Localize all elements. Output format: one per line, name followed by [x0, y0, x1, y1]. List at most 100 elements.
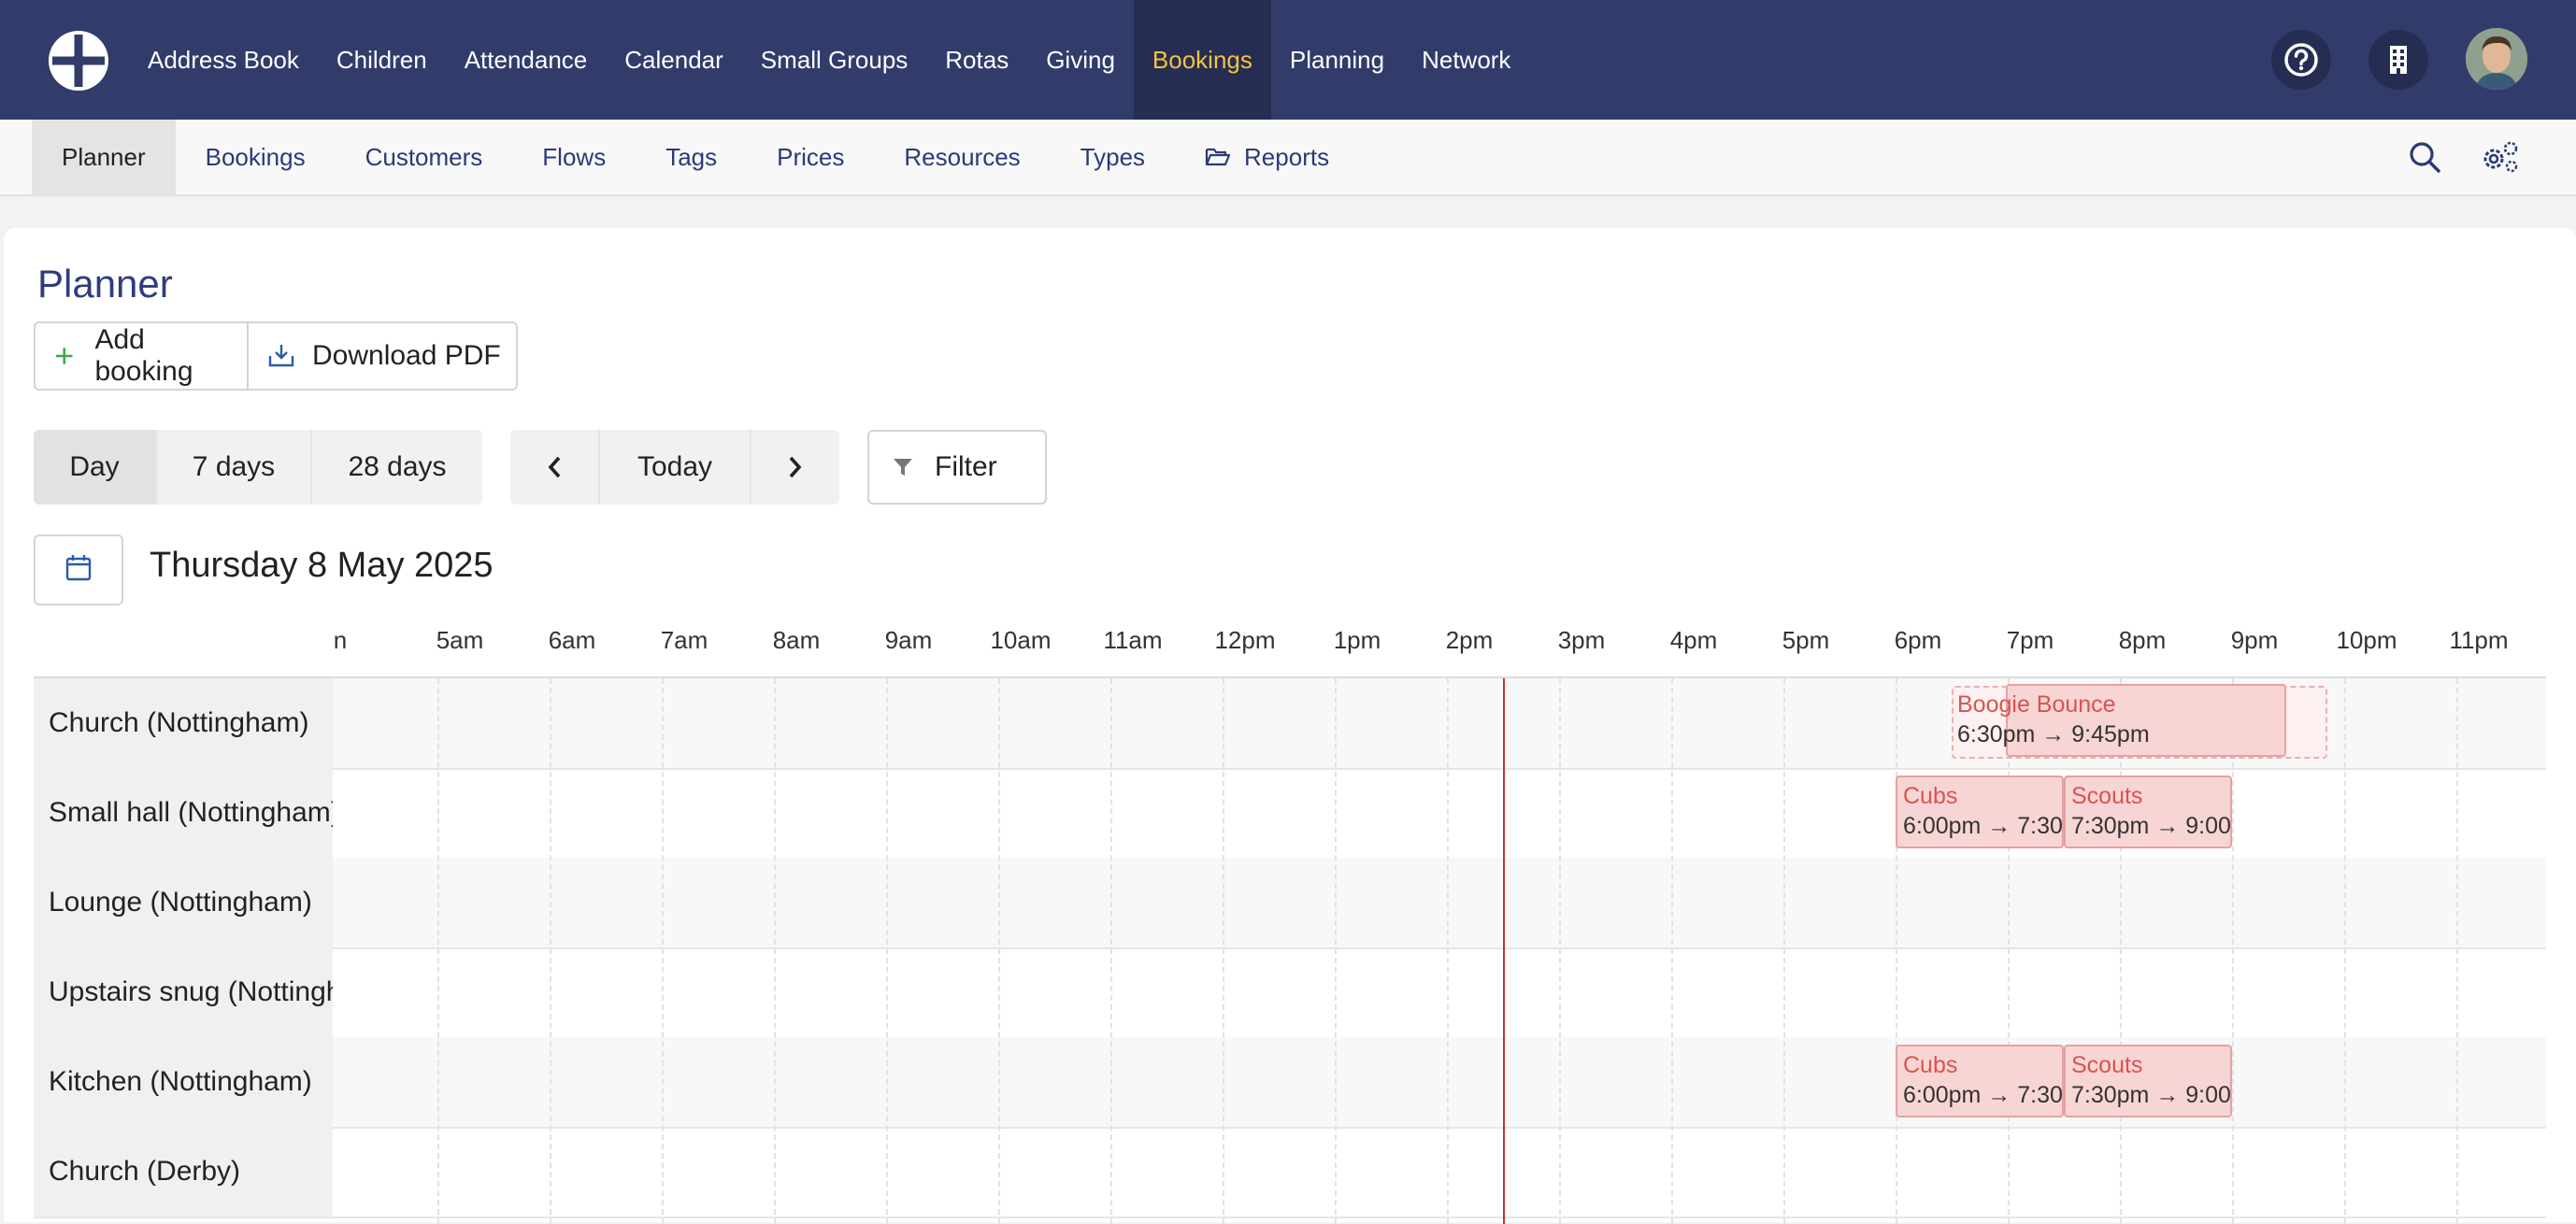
nav-giving[interactable]: Giving	[1027, 0, 1134, 120]
download-pdf-button[interactable]: Download PDF	[249, 323, 516, 389]
hour-gridline	[1559, 678, 1561, 1224]
time-label: 6pm	[1894, 626, 1942, 654]
nav-attendance[interactable]: Attendance	[446, 0, 607, 120]
booking-name: Boogie Bounce	[1957, 691, 2116, 718]
user-avatar[interactable]	[2466, 28, 2527, 90]
search-button[interactable]	[2406, 138, 2443, 176]
next-day-button[interactable]	[751, 430, 839, 505]
booking-block[interactable]: Cubs 6:00pm → 7:30pm	[1896, 1045, 2064, 1117]
hour-gridline	[1896, 678, 1897, 1224]
tab-flows[interactable]: Flows	[512, 120, 636, 194]
hour-gridline	[2344, 678, 2346, 1224]
booking-name: Scouts	[2071, 783, 2143, 809]
time-label: 1pm	[1333, 626, 1381, 654]
filter-label: Filter	[935, 451, 997, 482]
nav-rotas[interactable]: Rotas	[926, 0, 1027, 120]
booking-time: 6:00pm → 7:30pm	[1903, 813, 2063, 839]
booking-block[interactable]: Scouts 7:30pm → 9:00pm	[2064, 1045, 2232, 1117]
tab-bookings[interactable]: Bookings	[176, 120, 336, 194]
booking-time: 7:30pm → 9:00pm	[2071, 813, 2231, 839]
time-label: 5pm	[1782, 626, 1830, 654]
time-label: 10pm	[2336, 626, 2397, 654]
tab-planner[interactable]: Planner	[32, 120, 176, 194]
hour-gridline	[1335, 678, 1337, 1224]
church-logo-icon[interactable]	[47, 29, 110, 93]
calendar-icon	[65, 555, 92, 581]
tab-types[interactable]: Types	[1051, 120, 1175, 194]
filter-button[interactable]: Filter	[869, 432, 1045, 503]
plus-icon	[55, 348, 73, 364]
add-booking-label: Add booking	[94, 324, 193, 387]
nav-small-groups[interactable]: Small Groups	[742, 0, 927, 120]
booking-name: Cubs	[1903, 783, 1958, 809]
time-label: 11am	[1103, 626, 1163, 654]
time-label: 6am	[548, 626, 596, 654]
date-picker-button[interactable]	[34, 534, 123, 605]
tab-tags[interactable]: Tags	[636, 120, 747, 194]
tab-resources[interactable]: Resources	[874, 120, 1050, 194]
help-button[interactable]	[2271, 30, 2331, 90]
nav-bookings[interactable]: Bookings	[1133, 0, 1271, 120]
hour-gridline	[2232, 678, 2234, 1224]
view-7-days-button[interactable]: 7 days	[157, 430, 312, 505]
time-label: 2pm	[1445, 626, 1494, 654]
settings-button[interactable]	[2479, 138, 2518, 176]
view-day-button[interactable]: Day	[34, 430, 157, 505]
nav-address-book[interactable]: Address Book	[129, 0, 318, 120]
time-label: 9am	[884, 626, 933, 654]
nav-planning[interactable]: Planning	[1271, 0, 1403, 120]
previous-day-button[interactable]	[510, 430, 600, 505]
chevron-right-icon	[789, 456, 802, 478]
resource-label: Lounge (Nottingham)	[34, 858, 333, 947]
sub-navigation: Planner Bookings Customers Flows Tags Pr…	[0, 120, 2576, 196]
resource-row[interactable]: Upstairs snug (Nottingham)	[34, 947, 2546, 1039]
booking-block[interactable]: Cubs 6:00pm → 7:30pm	[1896, 776, 2064, 848]
tab-prices[interactable]: Prices	[747, 120, 874, 194]
hour-gridline	[1110, 678, 1112, 1224]
organisation-button[interactable]	[2368, 30, 2428, 90]
time-label: n	[333, 626, 348, 654]
download-icon	[268, 345, 294, 367]
nav-children[interactable]: Children	[318, 0, 446, 120]
booking-block[interactable]: Boogie Bounce 6:30pm → 9:45pm	[1952, 684, 2316, 759]
hour-gridline	[1223, 678, 1224, 1224]
time-axis: n 5am 6am 7am 8am 9am 10am 11am 12pm 1pm 2pm 3pm 4pm…	[4, 620, 2576, 667]
nav-network[interactable]: Network	[1403, 0, 1529, 120]
time-label: 5am	[436, 626, 484, 654]
add-booking-button[interactable]: Add booking	[36, 323, 249, 389]
page-title: Planner	[37, 262, 173, 306]
tab-customers[interactable]: Customers	[336, 120, 513, 194]
filter-wrapper: Filter	[867, 430, 1047, 505]
building-icon	[2390, 46, 2407, 74]
question-icon	[2284, 43, 2318, 77]
download-pdf-label: Download PDF	[312, 340, 501, 371]
view-range-selector: Day 7 days 28 days	[34, 430, 482, 505]
resource-row[interactable]: Church (Derby)	[34, 1127, 2546, 1218]
hour-gridline	[550, 678, 551, 1224]
resource-label: Kitchen (Nottingham)	[34, 1037, 333, 1127]
booking-time: 6:30pm → 9:45pm	[1957, 721, 2150, 747]
hour-gridline	[1783, 678, 1785, 1224]
booking-time: 6:00pm → 7:30pm	[1903, 1082, 2063, 1108]
view-28-days-button[interactable]: 28 days	[312, 430, 482, 505]
tab-reports-label: Reports	[1244, 142, 1330, 171]
hour-gridline	[2456, 678, 2458, 1224]
hour-gridline	[998, 678, 1000, 1224]
booking-time: 7:30pm → 9:00pm	[2071, 1082, 2231, 1108]
current-time-line	[1503, 678, 1505, 1224]
time-label: 3pm	[1557, 626, 1606, 654]
resource-label: Upstairs snug (Nottingham)	[34, 947, 333, 1037]
folder-open-icon	[1205, 148, 1231, 166]
booking-block[interactable]: Scouts 7:30pm → 9:00pm	[2064, 776, 2232, 848]
planner-panel: Planner Add booking Download PDF Day 7 d…	[4, 228, 2576, 1224]
hour-gridline	[886, 678, 888, 1224]
top-navigation: Address Book Children Attendance Calenda…	[0, 0, 2576, 120]
booking-name: Cubs	[1903, 1052, 1958, 1078]
action-buttons: Add booking Download PDF	[34, 321, 518, 391]
time-label: 8pm	[2118, 626, 2167, 654]
today-button[interactable]: Today	[600, 430, 751, 505]
nav-calendar[interactable]: Calendar	[606, 0, 742, 120]
search-icon	[2410, 142, 2440, 173]
tab-reports[interactable]: Reports	[1175, 120, 1359, 194]
resource-row[interactable]: Lounge (Nottingham)	[34, 858, 2546, 949]
